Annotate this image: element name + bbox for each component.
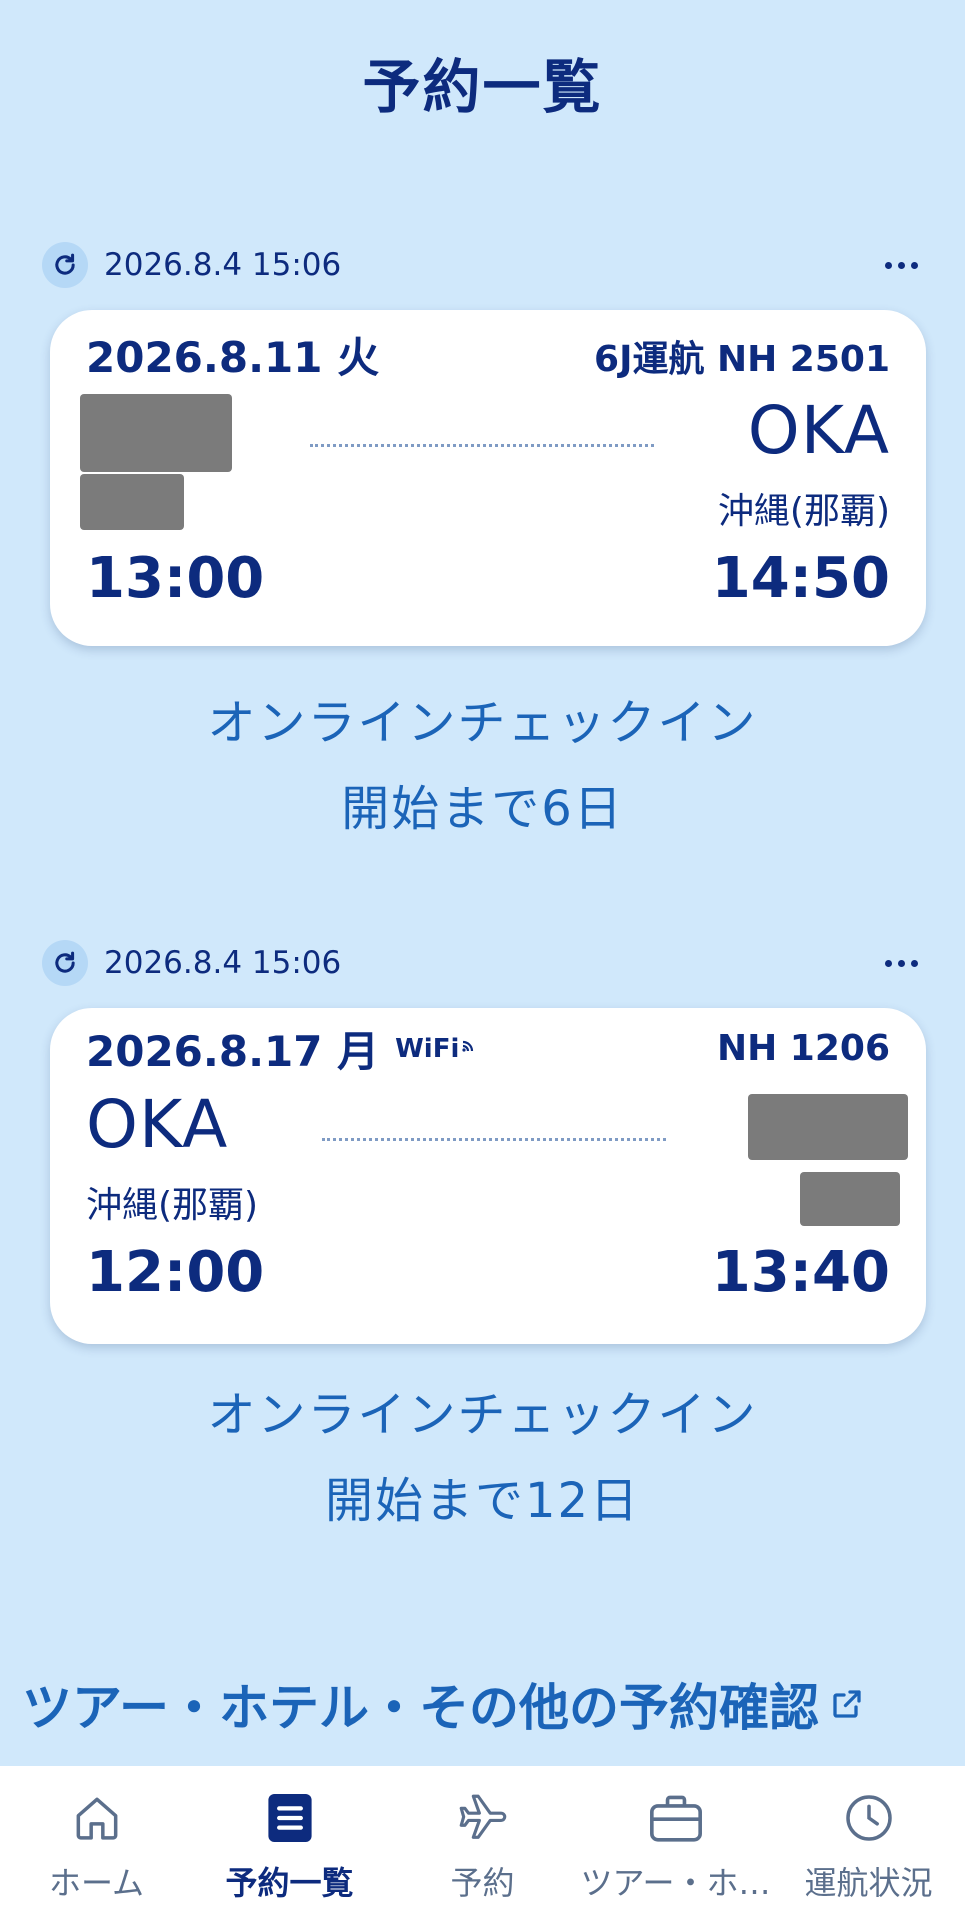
tab-label: 予約一覧 xyxy=(225,1864,354,1902)
clock-icon xyxy=(841,1788,897,1848)
last-updated-time: 2026.8.4 15:06 xyxy=(104,945,342,981)
tab-label: 運航状況 xyxy=(804,1864,933,1902)
last-updated-time: 2026.8.4 15:06 xyxy=(104,247,342,283)
checkin-status-1: オンラインチェックイン 開始まで6日 xyxy=(0,680,965,852)
departure-time: 13:00 xyxy=(86,546,265,611)
more-options-icon[interactable] xyxy=(881,950,922,977)
tab-reservations[interactable]: 予約一覧 xyxy=(193,1766,386,1920)
bottom-tab-bar: ホーム 予約一覧 予約 ツアー・ホ… 運航状況 xyxy=(0,1766,965,1920)
tab-booking[interactable]: 予約 xyxy=(386,1766,579,1920)
refresh-icon[interactable] xyxy=(42,242,88,288)
refresh-icon[interactable] xyxy=(42,940,88,986)
checkin-line-1: オンラインチェックイン xyxy=(207,1387,758,1443)
redacted-departure-code xyxy=(80,394,232,472)
airplane-icon xyxy=(454,1788,512,1848)
route-line xyxy=(310,444,654,447)
checkin-line-1: オンラインチェックイン xyxy=(207,695,758,751)
flight-date: 2026.8.11 火 xyxy=(86,333,380,382)
flight-number: NH 1206 xyxy=(717,1028,890,1069)
booking-card-2[interactable]: 2026.8.17 月 WiFi NH 1206 OKA 沖縄(那覇) 12:0… xyxy=(50,1008,926,1344)
wifi-label: WiFi xyxy=(395,1033,460,1064)
page-title: 予約一覧 xyxy=(362,53,603,121)
tab-flight-status[interactable]: 運航状況 xyxy=(772,1766,965,1920)
home-icon xyxy=(69,1788,125,1848)
arrival-name: 沖縄(那覇) xyxy=(717,491,890,532)
booking-2-updated-row: 2026.8.4 15:06 xyxy=(42,938,922,988)
flight-number: 6J運航 NH 2501 xyxy=(594,339,890,380)
departure-code: OKA xyxy=(86,1086,229,1163)
arrival-code: OKA xyxy=(747,392,890,469)
redacted-arrival-name xyxy=(800,1172,900,1226)
checkin-countdown: 開始まで6日 xyxy=(341,781,624,837)
wifi-icon xyxy=(462,1040,474,1052)
arrival-time: 13:40 xyxy=(711,1240,890,1305)
departure-name: 沖縄(那覇) xyxy=(86,1185,259,1226)
departure-time: 12:00 xyxy=(86,1240,265,1305)
other-reservations-link[interactable]: ツアー・ホテル・その他の予約確認 xyxy=(22,1668,952,1740)
tab-tour-hotel[interactable]: ツアー・ホ… xyxy=(579,1766,772,1920)
route-line xyxy=(322,1138,666,1141)
tab-label: 予約 xyxy=(450,1864,515,1902)
checkin-status-2: オンラインチェックイン 開始まで12日 xyxy=(0,1372,965,1544)
tab-home[interactable]: ホーム xyxy=(0,1766,193,1920)
flight-date-text: 2026.8.17 月 xyxy=(86,1027,380,1076)
redacted-arrival-code xyxy=(748,1094,908,1160)
flight-date: 2026.8.17 月 WiFi xyxy=(86,1018,479,1079)
list-icon xyxy=(266,1788,314,1848)
booking-1-updated-row: 2026.8.4 15:06 xyxy=(42,240,922,290)
tab-label: ツアー・ホ… xyxy=(580,1864,771,1902)
suitcase-icon xyxy=(647,1788,705,1848)
tab-label: ホーム xyxy=(48,1864,145,1902)
arrival-time: 14:50 xyxy=(711,546,890,611)
checkin-countdown: 開始まで12日 xyxy=(324,1473,641,1529)
wifi-badge: WiFi xyxy=(395,1034,479,1064)
booking-card-1[interactable]: 2026.8.11 火 6J運航 NH 2501 OKA 沖縄(那覇) 13:0… xyxy=(50,310,926,646)
other-reservations-label: ツアー・ホテル・その他の予約確認 xyxy=(22,1679,819,1737)
external-link-icon xyxy=(833,1690,861,1718)
more-options-icon[interactable] xyxy=(881,252,922,279)
redacted-departure-name xyxy=(80,474,184,530)
